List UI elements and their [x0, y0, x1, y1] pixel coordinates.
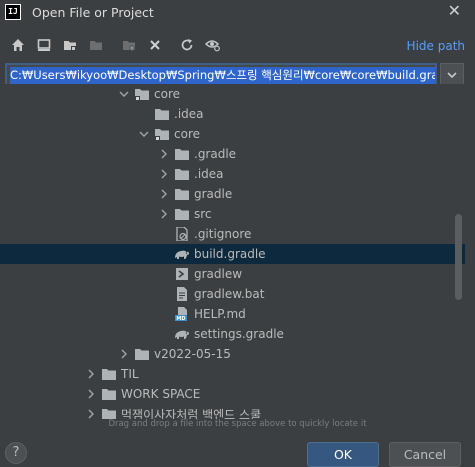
- folder-icon: [174, 206, 190, 222]
- tree-row[interactable]: src: [0, 204, 465, 224]
- chevron-right-icon[interactable]: [85, 388, 97, 400]
- folder-icon: [154, 106, 170, 122]
- tree-item-label: v2022-05-15: [154, 347, 231, 361]
- help-button[interactable]: ?: [5, 442, 27, 464]
- tree-row[interactable]: .idea: [0, 164, 465, 184]
- refresh-icon[interactable]: [178, 36, 196, 54]
- gradle-file-icon: [174, 246, 190, 262]
- project-directory-icon[interactable]: [61, 36, 79, 54]
- tree-row[interactable]: .idea: [0, 104, 465, 124]
- markdown-file-icon: MD: [174, 306, 190, 322]
- folder-icon: [101, 366, 117, 382]
- tree-item-label: .idea: [174, 107, 204, 121]
- hide-path-link[interactable]: Hide path: [407, 39, 465, 53]
- chevron-right-icon[interactable]: [158, 208, 170, 220]
- tree-row[interactable]: core: [0, 124, 465, 144]
- tree-row[interactable]: MD HELP.md: [0, 304, 465, 324]
- chevron-right-icon[interactable]: [85, 408, 97, 419]
- tree-row[interactable]: TIL: [0, 364, 465, 384]
- gitignore-file-icon: [174, 226, 190, 242]
- executable-file-icon: [174, 266, 190, 282]
- tree-item-label: .idea: [194, 167, 224, 181]
- toolbar: [0, 34, 475, 56]
- drag-drop-hint: Drag and drop a file into the space abov…: [108, 419, 367, 429]
- tree-item-label: .gitignore: [194, 227, 252, 241]
- tree-row[interactable]: gradlew: [0, 264, 465, 284]
- tree-row[interactable]: .gitignore: [0, 224, 465, 244]
- tree-item-label: 먹잼이사자처럼 백엔드 스쿨: [121, 407, 262, 420]
- module-directory-icon[interactable]: [87, 36, 105, 54]
- chevron-down-icon[interactable]: [138, 128, 150, 140]
- tree-item-label: gradle: [194, 187, 233, 201]
- ok-button[interactable]: OK: [307, 442, 379, 467]
- tree-row[interactable]: WORK SPACE: [0, 384, 465, 404]
- folder-icon: [174, 186, 190, 202]
- tree-item-label: WORK SPACE: [121, 387, 201, 401]
- tree-row[interactable]: gradlew.bat: [0, 284, 465, 304]
- folder-icon: [174, 166, 190, 182]
- tree-row[interactable]: build.gradle: [0, 244, 465, 264]
- tree-item-label: core: [154, 87, 180, 101]
- chevron-down-icon[interactable]: [118, 88, 130, 100]
- gradle-file-icon: [174, 326, 190, 342]
- cancel-button[interactable]: Cancel: [389, 442, 461, 467]
- tree-item-label: TIL: [121, 367, 139, 381]
- svg-text:MD: MD: [176, 316, 185, 321]
- folder-icon: [134, 346, 150, 362]
- module-folder-icon: [134, 86, 150, 102]
- desktop-icon[interactable]: [35, 36, 53, 54]
- tree-row[interactable]: 먹잼이사자처럼 백엔드 스쿨: [0, 404, 465, 419]
- chevron-right-icon[interactable]: [158, 148, 170, 160]
- tree-item-label: gradlew.bat: [194, 287, 265, 301]
- file-tree[interactable]: core .idea core .gradle .idea gradle src .gitig…: [0, 84, 465, 419]
- text-file-icon: [174, 286, 190, 302]
- window-title: Open File or Project: [32, 4, 154, 20]
- intellij-logo-icon: IJ: [5, 4, 21, 20]
- tree-item-label: core: [174, 127, 200, 141]
- tree-item-label: gradlew: [194, 267, 243, 281]
- chevron-right-icon[interactable]: [158, 168, 170, 180]
- tree-row[interactable]: gradle: [0, 184, 465, 204]
- close-button[interactable]: ✕: [448, 2, 461, 20]
- path-text: C:₩Users₩ikyoo₩Desktop₩Spring₩스프링 핵심원리₩c…: [10, 66, 435, 84]
- chevron-right-icon[interactable]: [118, 348, 130, 360]
- folder-icon: [101, 386, 117, 402]
- chevron-down-icon: [447, 72, 457, 78]
- tree-row[interactable]: settings.gradle: [0, 324, 465, 344]
- tree-row[interactable]: .gradle: [0, 144, 465, 164]
- tree-item-label: build.gradle: [194, 247, 266, 261]
- home-icon[interactable]: [9, 36, 27, 54]
- module-folder-icon: [154, 126, 170, 142]
- show-hidden-icon[interactable]: [204, 36, 222, 54]
- delete-icon[interactable]: [146, 36, 164, 54]
- folder-icon: [101, 406, 117, 419]
- tree-item-label: HELP.md: [194, 307, 246, 321]
- folder-icon: [174, 146, 190, 162]
- title-bar: IJ Open File or Project ✕: [0, 0, 475, 24]
- tree-item-label: .gradle: [194, 147, 237, 161]
- new-folder-icon[interactable]: [120, 36, 138, 54]
- chevron-right-icon[interactable]: [158, 188, 170, 200]
- tree-item-label: settings.gradle: [194, 327, 284, 341]
- tree-item-label: src: [194, 207, 212, 221]
- tree-row[interactable]: core: [0, 84, 465, 104]
- tree-row[interactable]: v2022-05-15: [0, 344, 465, 364]
- chevron-right-icon[interactable]: [85, 368, 97, 380]
- tree-scrollbar[interactable]: [455, 214, 462, 300]
